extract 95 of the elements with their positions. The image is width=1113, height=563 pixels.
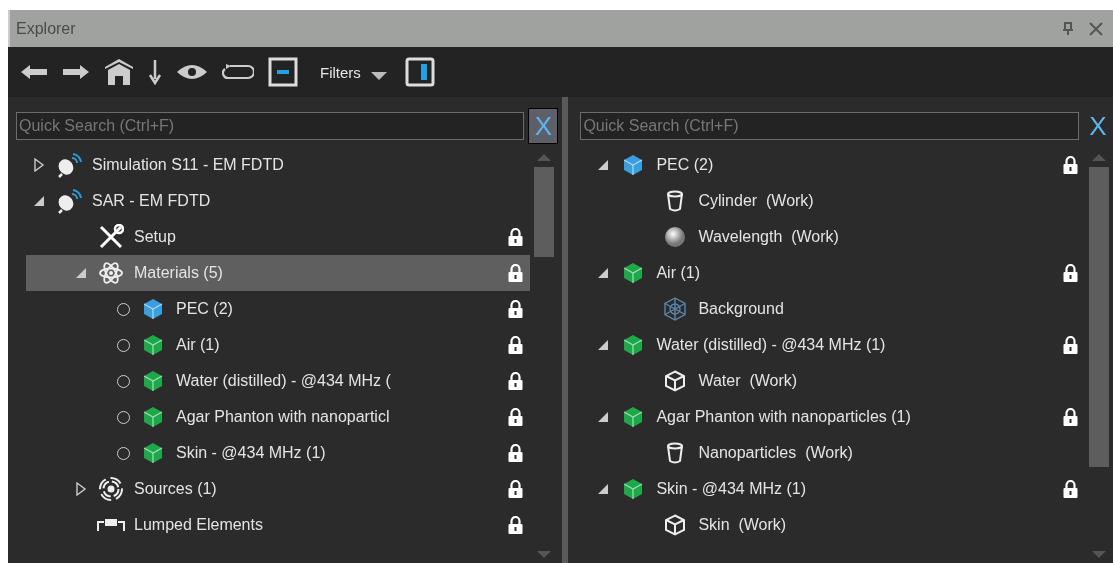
- lock-icon[interactable]: [508, 372, 523, 390]
- scrollbar-thumb[interactable]: [1089, 167, 1109, 467]
- item-label: Sources (1): [133, 480, 218, 498]
- back-arrow-icon[interactable]: [20, 64, 48, 80]
- search-field[interactable]: Quick Search (Ctrl+F): [580, 112, 1079, 140]
- item-label: Setup: [133, 228, 177, 246]
- item-label: Skin - @434 MHz (1): [655, 480, 808, 498]
- filters-dropdown[interactable]: Filters: [312, 63, 391, 81]
- item-label: Water (distilled) - @434 MHz (: [175, 372, 392, 390]
- item-label: Air (1): [175, 336, 221, 354]
- box-icon: [664, 514, 687, 536]
- tree-item[interactable]: Nanoparticles (Work): [590, 435, 1085, 471]
- lock-icon[interactable]: [1062, 264, 1078, 282]
- item-label: SAR - EM FDTD: [91, 192, 212, 210]
- sphere-icon: [664, 226, 687, 248]
- item-label: Water (distilled) - @434 MHz (1): [655, 336, 887, 354]
- tree-item[interactable]: PEC (2): [590, 147, 1085, 183]
- expanded-arrow-icon[interactable]: [597, 483, 610, 495]
- tree-item[interactable]: Agar Phanton with nanoparticles (1): [590, 399, 1085, 435]
- item-label: Materials (5): [133, 264, 224, 282]
- cylinder-icon: [665, 190, 686, 212]
- tree-item[interactable]: Air (1): [590, 255, 1085, 291]
- window-title: Explorer: [16, 19, 77, 38]
- item-label: PEC (2): [175, 300, 234, 318]
- home-icon[interactable]: [104, 58, 134, 86]
- down-arrow-icon[interactable]: [148, 59, 162, 85]
- item-label: Simulation S11 - EM FDTD: [91, 156, 285, 174]
- tree-item[interactable]: Water (distilled) - @434 MHz (1): [590, 327, 1085, 363]
- lock-icon[interactable]: [1062, 408, 1078, 426]
- item-label: Wavelength (Work): [697, 228, 840, 246]
- expanded-arrow-icon[interactable]: [597, 159, 610, 171]
- lock-icon[interactable]: [508, 444, 523, 462]
- item-label: Water (Work): [697, 372, 799, 390]
- item-label: Skin - @434 MHz (1): [175, 444, 327, 462]
- tree-item[interactable]: Background: [590, 291, 1085, 327]
- collapsed-arrow-icon[interactable]: [33, 158, 45, 172]
- tree-item[interactable]: Lumped Elements: [26, 507, 531, 543]
- cylinder-icon: [665, 442, 686, 464]
- tree-item[interactable]: Simulation S11 - EM FDTD: [26, 147, 531, 183]
- clear-search-button[interactable]: X: [1083, 108, 1113, 144]
- item-label: Background: [697, 300, 785, 318]
- item-label: Lumped Elements: [133, 516, 264, 534]
- tree-item[interactable]: Skin - @434 MHz (1): [590, 471, 1085, 507]
- item-label: PEC (2): [655, 156, 715, 174]
- lock-icon[interactable]: [1062, 336, 1078, 354]
- tree-item[interactable]: Water (distilled) - @434 MHz (: [26, 363, 531, 399]
- tree-item[interactable]: Agar Phanton with nanoparticl: [26, 399, 531, 435]
- item-label: Cylinder (Work): [697, 192, 815, 210]
- item-label: Agar Phanton with nanoparticles (1): [655, 408, 912, 426]
- tree-item[interactable]: Sources (1): [26, 471, 531, 507]
- scrollbar-thumb[interactable]: [534, 167, 555, 257]
- wireframe-icon: [663, 297, 688, 321]
- loop-icon[interactable]: [222, 63, 254, 81]
- tree-item[interactable]: PEC (2): [26, 291, 531, 327]
- forward-arrow-icon[interactable]: [62, 64, 90, 80]
- lumped-element-icon: [96, 517, 126, 533]
- close-icon[interactable]: [1089, 21, 1103, 36]
- lock-icon[interactable]: [508, 228, 523, 246]
- expanded-arrow-icon[interactable]: [597, 267, 610, 279]
- expanded-arrow-icon[interactable]: [33, 195, 45, 207]
- tree-item[interactable]: Wavelength (Work): [590, 219, 1085, 255]
- tree-item[interactable]: SAR - EM FDTD: [26, 183, 531, 219]
- expanded-arrow-icon[interactable]: [597, 411, 610, 423]
- panel-toggle-icon[interactable]: [404, 57, 435, 87]
- expanded-arrow-icon[interactable]: [597, 339, 610, 351]
- caret-icon: [370, 71, 387, 81]
- search-field[interactable]: Quick Search (Ctrl+F): [16, 112, 525, 140]
- tree-item[interactable]: Materials (5): [26, 255, 531, 291]
- tree-item[interactable]: Water (Work): [590, 363, 1085, 399]
- tree-item[interactable]: Air (1): [26, 327, 531, 363]
- lock-icon[interactable]: [508, 516, 523, 534]
- lock-icon[interactable]: [508, 300, 523, 318]
- lock-icon[interactable]: [508, 408, 523, 426]
- lock-icon[interactable]: [508, 480, 523, 498]
- item-label: Air (1): [655, 264, 701, 282]
- item-label: Nanoparticles (Work): [697, 444, 854, 462]
- lock-icon[interactable]: [508, 264, 523, 282]
- item-label: Agar Phanton with nanoparticl: [175, 408, 391, 426]
- item-label: Skin (Work): [697, 516, 788, 534]
- collapse-all-icon[interactable]: [268, 57, 298, 87]
- atom-icon: [98, 260, 124, 286]
- tree-item[interactable]: Cylinder (Work): [590, 183, 1085, 219]
- tree-item[interactable]: Skin (Work): [590, 507, 1085, 543]
- broadcast-icon: [98, 476, 124, 502]
- pin-icon[interactable]: [1061, 21, 1075, 36]
- box-icon: [664, 370, 687, 392]
- tree-item[interactable]: Setup: [26, 219, 531, 255]
- lock-icon[interactable]: [1062, 480, 1078, 498]
- expanded-arrow-icon[interactable]: [75, 267, 87, 279]
- collapsed-arrow-icon[interactable]: [75, 482, 87, 496]
- lock-icon[interactable]: [508, 336, 523, 354]
- lock-icon[interactable]: [1062, 156, 1078, 174]
- tree-item[interactable]: Skin - @434 MHz (1): [26, 435, 531, 471]
- eye-icon[interactable]: [176, 63, 208, 81]
- tools-icon: [98, 224, 124, 250]
